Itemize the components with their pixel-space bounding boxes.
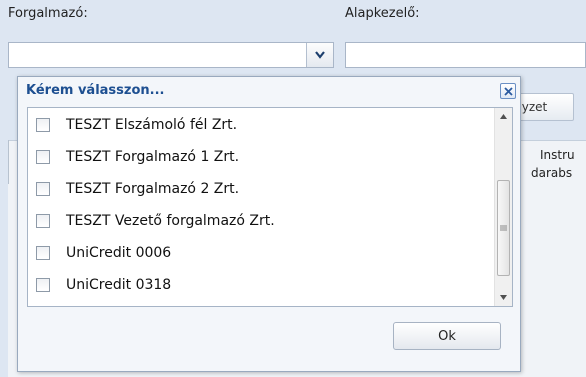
- scroll-up-button[interactable]: [495, 108, 512, 125]
- list-item-label: TESZT Forgalmazó 2 Zrt.: [66, 181, 240, 197]
- list-item[interactable]: TESZT Elszámoló fél Zrt.: [28, 110, 488, 140]
- checkbox[interactable]: [36, 150, 50, 164]
- list-item-label: UniCredit 0006: [66, 245, 172, 261]
- selection-dialog: Kérem válasszon... TESZT Elszámoló fél Z…: [17, 76, 521, 372]
- ok-button[interactable]: Ok: [393, 322, 501, 350]
- close-button[interactable]: [500, 83, 516, 99]
- list-item[interactable]: UniCredit 0006: [28, 238, 488, 268]
- list-item[interactable]: TESZT Vezető forgalmazó Zrt.: [28, 206, 488, 236]
- grid-column-header-line2: darabs: [531, 166, 573, 180]
- dialog-title: Kérem válasszon...: [26, 83, 165, 98]
- grip-icon: [500, 225, 507, 231]
- scroll-down-icon: [500, 295, 507, 300]
- close-icon: [503, 86, 513, 96]
- distributor-dropdown-button[interactable]: [306, 43, 333, 67]
- vertical-scrollbar[interactable]: [494, 108, 512, 306]
- list-item-label: TESZT Elszámoló fél Zrt.: [66, 117, 238, 133]
- checkbox[interactable]: [36, 214, 50, 228]
- checkbox[interactable]: [36, 118, 50, 132]
- checkbox[interactable]: [36, 246, 50, 260]
- grid-divider: [8, 140, 9, 184]
- distributor-combobox[interactable]: [8, 42, 334, 68]
- scroll-thumb[interactable]: [497, 180, 510, 276]
- checkbox[interactable]: [36, 278, 50, 292]
- list-item[interactable]: UniCredit 0318: [28, 270, 488, 300]
- list-item[interactable]: TESZT Forgalmazó 1 Zrt.: [28, 142, 488, 172]
- checkbox[interactable]: [36, 182, 50, 196]
- position-button[interactable]: elyzet: [512, 93, 574, 121]
- list-item-label: UniCredit 0318: [66, 277, 172, 293]
- distributor-label: Forgalmazó:: [8, 6, 88, 21]
- list-item-label: TESZT Vezető forgalmazó Zrt.: [66, 213, 275, 229]
- scroll-down-button[interactable]: [495, 289, 512, 306]
- fund-manager-label: Alapkezelő:: [345, 6, 420, 21]
- list-item-label: TESZT Forgalmazó 1 Zrt.: [66, 149, 240, 165]
- scroll-up-icon: [500, 114, 507, 119]
- chevron-down-icon: [315, 51, 325, 59]
- option-list[interactable]: TESZT Elszámoló fél Zrt. TESZT Forgalmaz…: [27, 107, 513, 307]
- grid-column-header-line1: Instru: [540, 148, 575, 162]
- fund-manager-combobox[interactable]: [345, 42, 586, 68]
- list-item[interactable]: TESZT Forgalmazó 2 Zrt.: [28, 174, 488, 204]
- ok-button-label: Ok: [438, 328, 456, 344]
